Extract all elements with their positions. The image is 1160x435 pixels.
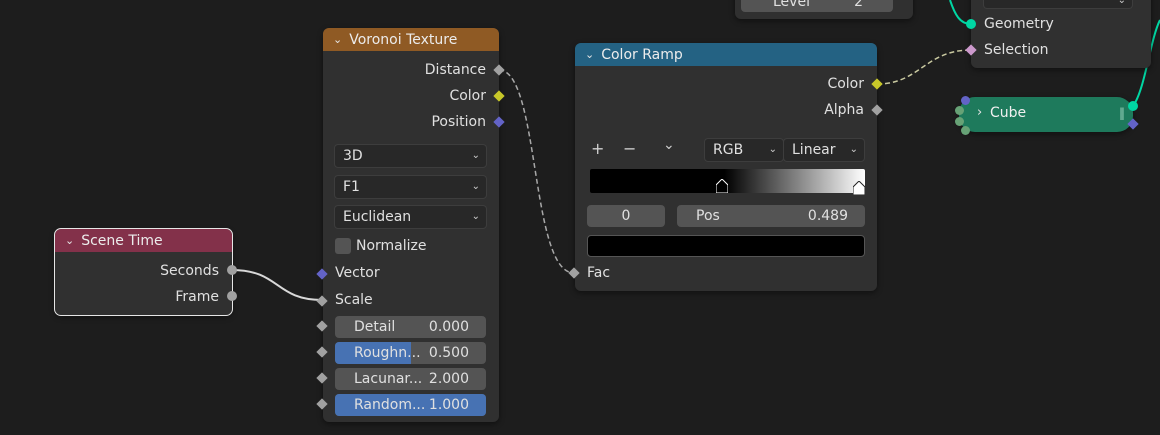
voronoi-header[interactable]: ⌄ Voronoi Texture	[323, 28, 499, 51]
color-ramp-node[interactable]: ⌄ Color Ramp Color Alpha + − ⌄ RGB ⌄ Lin…	[575, 43, 877, 291]
dimensions-dropdown[interactable]: 3D ⌄	[334, 144, 487, 168]
detail-label: Detail	[354, 319, 396, 335]
vector-input-label: Vector	[335, 265, 380, 281]
chevron-down-icon: ⌄	[471, 150, 480, 161]
grip-icon: ‖	[1119, 106, 1125, 120]
lacunarity-value: 2.000	[428, 371, 469, 387]
feature-dropdown[interactable]: F1 ⌄	[334, 175, 487, 199]
stop-position-field[interactable]: Pos 0.489	[677, 205, 865, 227]
color-output-label: Color	[827, 76, 864, 92]
pos-label: Pos	[696, 208, 720, 224]
cube-input-socket-2[interactable]	[955, 106, 964, 115]
roughness-value: 0.500	[428, 345, 469, 361]
level-field[interactable]: Level 2	[741, 0, 893, 12]
wire-seconds-scale	[231, 269, 323, 301]
dimensions-value: 3D	[343, 148, 363, 164]
cube-output-socket[interactable]	[1128, 101, 1138, 111]
wire-distance-fac	[498, 69, 575, 274]
chevron-down-icon[interactable]: ⌄	[65, 234, 74, 247]
color-mode-value: RGB	[713, 142, 744, 158]
distance-output-label: Distance	[424, 62, 486, 78]
chevron-down-icon[interactable]: ⌄	[585, 48, 594, 61]
fac-input-label: Fac	[587, 265, 611, 281]
randomness-label: Random...	[354, 397, 426, 413]
interpolation-dropdown[interactable]: Linear ⌄	[783, 138, 865, 162]
chevron-down-icon: ⌄	[768, 144, 777, 155]
normalize-label: Normalize	[356, 238, 427, 254]
chevron-right-icon: ›	[977, 105, 983, 120]
chevron-down-icon: ⌄	[471, 181, 480, 192]
scale-input-label: Scale	[335, 292, 373, 308]
detail-field[interactable]: Detail 0.000	[335, 316, 486, 338]
seconds-output-socket[interactable]	[227, 265, 237, 275]
level-value: 2	[854, 0, 863, 10]
color-ramp-title: Color Ramp	[601, 46, 683, 63]
feature-value: F1	[343, 179, 360, 195]
chevron-down-icon[interactable]: ⌄	[333, 33, 342, 46]
color-output-label: Color	[449, 88, 486, 104]
interpolation-value: Linear	[792, 142, 836, 158]
chevron-down-icon: ⌄	[1117, 0, 1126, 6]
frame-output-label: Frame	[175, 289, 219, 305]
cube-node[interactable]: › Cube ‖	[959, 97, 1133, 132]
voronoi-texture-node[interactable]: ⌄ Voronoi Texture Distance Color Positio…	[323, 28, 499, 422]
roughness-label: Roughn...	[354, 345, 421, 361]
metric-dropdown[interactable]: Euclidean ⌄	[334, 205, 487, 229]
geometry-input-label: Geometry	[984, 16, 1054, 32]
seconds-output-label: Seconds	[160, 263, 219, 279]
scene-time-title: Scene Time	[81, 232, 163, 249]
alpha-output-label: Alpha	[824, 102, 864, 118]
ramp-stop-1[interactable]	[716, 179, 728, 193]
cube-input-socket-4[interactable]	[961, 126, 970, 135]
pos-value: 0.489	[807, 208, 848, 224]
color-mode-dropdown[interactable]: RGB ⌄	[704, 138, 784, 162]
geometry-input-socket[interactable]	[966, 19, 976, 29]
detail-value: 0.000	[428, 319, 469, 335]
selection-input-label: Selection	[984, 42, 1049, 58]
ramp-stop-2[interactable]	[853, 181, 865, 195]
scene-time-node[interactable]: ⌄ Scene Time Seconds Frame	[54, 228, 233, 316]
stop-index-value: 0	[621, 208, 631, 224]
randomness-field[interactable]: Random... 1.000	[335, 394, 486, 416]
add-stop-button[interactable]: +	[591, 139, 604, 158]
lacunarity-label: Lacunar...	[354, 371, 423, 387]
wire-color-selection	[876, 49, 972, 85]
stop-index-field[interactable]: 0	[587, 205, 665, 227]
metric-value: Euclidean	[343, 209, 412, 225]
chevron-down-icon: ⌄	[471, 211, 480, 222]
ramp-menu-button[interactable]: ⌄	[663, 137, 675, 153]
mode-dropdown[interactable]: ⌄	[983, 0, 1133, 9]
level-label: Level	[773, 0, 810, 10]
randomness-value: 1.000	[428, 397, 469, 413]
chevron-down-icon: ⌄	[849, 144, 858, 155]
voronoi-title: Voronoi Texture	[349, 31, 458, 48]
normalize-checkbox[interactable]	[335, 238, 351, 254]
position-output-label: Position	[431, 114, 486, 130]
frame-output-socket[interactable]	[227, 291, 237, 301]
cube-input-socket-3[interactable]	[955, 117, 964, 126]
scene-time-header[interactable]: ⌄ Scene Time	[55, 229, 232, 252]
color-ramp-header[interactable]: ⌄ Color Ramp	[575, 43, 877, 66]
geometry-node[interactable]: ⌄ Geometry Selection	[971, 0, 1151, 68]
cube-input-socket-1[interactable]	[961, 96, 970, 105]
lacunarity-field[interactable]: Lacunar... 2.000	[335, 368, 486, 390]
cube-node-label: Cube	[990, 105, 1027, 121]
stop-color-swatch[interactable]	[587, 235, 865, 257]
top-level-node[interactable]: Level 2	[735, 0, 913, 19]
remove-stop-button[interactable]: −	[623, 139, 636, 158]
roughness-field[interactable]: Roughn... 0.500	[335, 342, 486, 364]
